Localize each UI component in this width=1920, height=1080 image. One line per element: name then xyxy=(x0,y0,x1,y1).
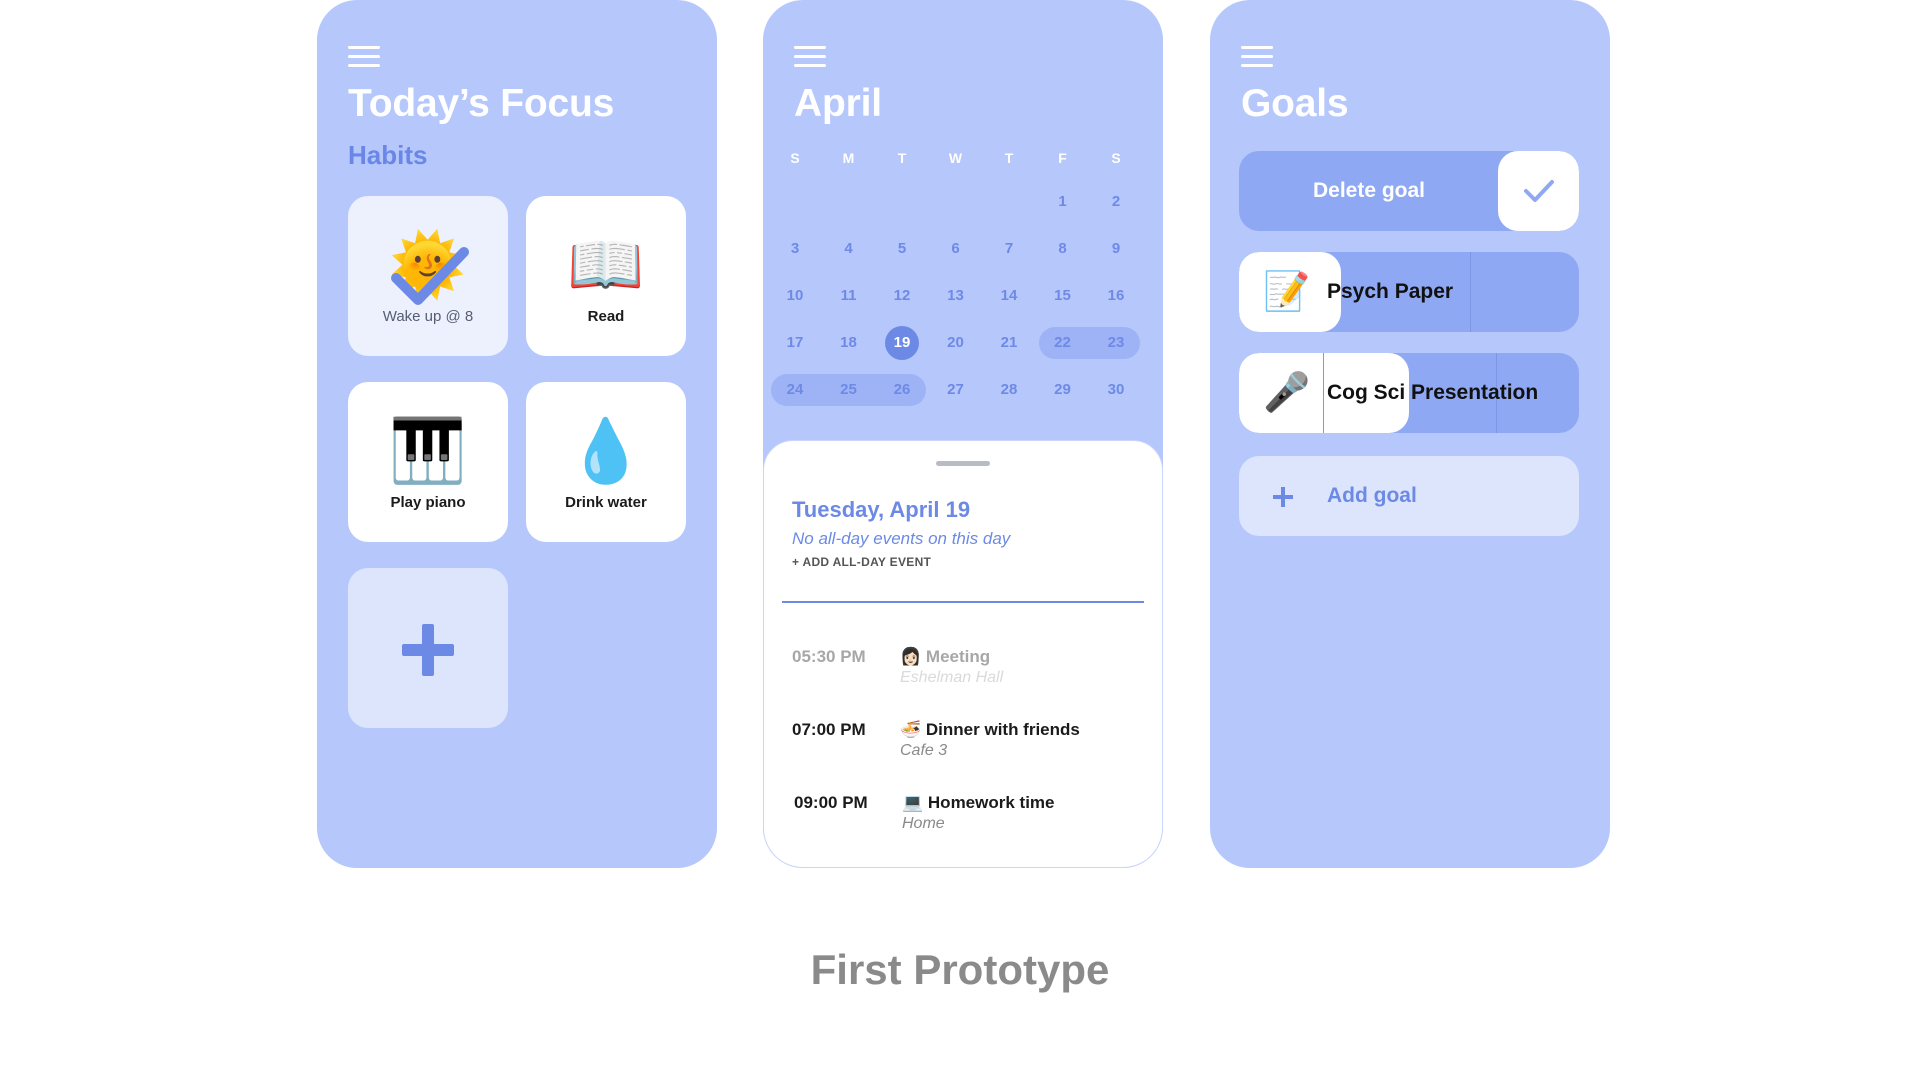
calendar-day[interactable]: 4 xyxy=(829,232,869,266)
calendar-day[interactable]: 3 xyxy=(775,232,815,266)
weekday-label: M xyxy=(842,150,855,166)
calendar-day[interactable]: 14 xyxy=(989,279,1029,313)
divider xyxy=(782,601,1144,603)
habit-card-play-piano[interactable]: 🎹 Play piano xyxy=(348,382,508,542)
calendar-day[interactable]: 28 xyxy=(989,373,1029,407)
checkmark-icon xyxy=(391,247,469,305)
no-events-note: No all-day events on this day xyxy=(792,529,1011,548)
calendar-day[interactable]: 30 xyxy=(1096,373,1136,407)
goal-label: Cog Sci Presentation xyxy=(1327,381,1539,404)
focus-screen: Today’s Focus Habits 🌞 Wake up @ 8 📖 Rea… xyxy=(317,0,717,868)
weekday-label: S xyxy=(790,150,800,166)
goal-item-psych-paper[interactable]: 📝 Psych Paper xyxy=(1239,252,1579,332)
calendar-day[interactable]: 15 xyxy=(1043,279,1083,313)
calendar-day[interactable]: 7 xyxy=(989,232,1029,266)
calendar-day[interactable]: 26 xyxy=(882,373,922,407)
checkmark-icon xyxy=(1524,180,1554,202)
habit-card-wake-up[interactable]: 🌞 Wake up @ 8 xyxy=(348,196,508,356)
habit-card-drink-water[interactable]: 💧 Drink water xyxy=(526,382,686,542)
event-location: Home xyxy=(902,815,945,832)
microphone-icon: 🎤 xyxy=(1263,372,1311,414)
calendar-day[interactable]: 8 xyxy=(1043,232,1083,266)
plus-icon xyxy=(402,624,454,676)
event-location: Cafe 3 xyxy=(900,742,948,759)
menu-icon[interactable] xyxy=(794,46,826,68)
calendar-day[interactable]: 16 xyxy=(1096,279,1136,313)
book-icon: 📖 xyxy=(567,231,645,300)
segment-divider xyxy=(1470,252,1471,332)
calendar-day[interactable]: 13 xyxy=(936,279,976,313)
event-location: Eshelman Hall xyxy=(900,669,1004,686)
laptop-icon: 💻 xyxy=(902,793,924,812)
add-habit-button[interactable] xyxy=(348,568,508,728)
weekday-label: T xyxy=(897,150,907,166)
habit-label: Play piano xyxy=(390,494,466,511)
event-time: 05:30 PM xyxy=(792,647,866,666)
event-title: 🍜 Dinner with friends xyxy=(900,720,1080,739)
habit-label: Wake up @ 8 xyxy=(382,308,474,325)
prototype-board: Today’s Focus Habits 🌞 Wake up @ 8 📖 Rea… xyxy=(0,0,1920,1080)
caption: First Prototype xyxy=(810,946,1110,993)
calendar-day[interactable]: 10 xyxy=(775,279,815,313)
calendar-day[interactable]: 24 xyxy=(775,373,815,407)
goals-screen: Goals Delete goal 📝 Psych Paper 🎤 Cog Sc… xyxy=(1210,0,1610,868)
plus-icon xyxy=(1273,487,1293,507)
add-all-day-event-link[interactable]: + ADD ALL-DAY EVENT xyxy=(792,555,931,569)
habit-label: Read xyxy=(587,308,625,325)
calendar-day[interactable]: 25 xyxy=(829,373,869,407)
calendar-day[interactable]: 20 xyxy=(936,326,976,360)
person-icon: 👩🏻 xyxy=(900,647,922,666)
calendar-day[interactable]: 9 xyxy=(1096,232,1136,266)
weekday-label: S xyxy=(1111,150,1121,166)
weekday-label: W xyxy=(948,150,963,166)
add-goal-button[interactable]: Add goal xyxy=(1239,456,1579,536)
calendar-day[interactable]: 22 xyxy=(1043,326,1083,360)
page-title: Goals xyxy=(1241,82,1349,125)
delete-goal-button[interactable]: Delete goal xyxy=(1239,151,1499,231)
event-title: 💻 Homework time xyxy=(902,793,1055,812)
goal-label: Psych Paper xyxy=(1327,280,1454,303)
habit-label: Drink water xyxy=(565,494,647,511)
sheet-grabber[interactable] xyxy=(936,461,990,466)
goal-item-cog-sci-presentation[interactable]: 🎤 Cog Sci Presentation xyxy=(1239,353,1579,433)
weekday-label: T xyxy=(1004,150,1014,166)
goal-swipe-delete[interactable]: Delete goal xyxy=(1239,151,1579,231)
event-time: 09:00 PM xyxy=(794,793,868,812)
menu-icon[interactable] xyxy=(348,46,380,68)
day-detail-sheet: Tuesday, April 19 No all-day events on t… xyxy=(763,440,1163,868)
memo-icon: 📝 xyxy=(1263,271,1311,313)
calendar-day[interactable]: 29 xyxy=(1043,373,1083,407)
calendar-day[interactable]: 19 xyxy=(882,326,922,360)
calendar-day[interactable]: 21 xyxy=(989,326,1029,360)
month-title: April xyxy=(794,82,882,125)
calendar-day[interactable]: 11 xyxy=(829,279,869,313)
calendar-day[interactable]: 17 xyxy=(775,326,815,360)
calendar-day[interactable]: 6 xyxy=(936,232,976,266)
calendar-day[interactable]: 5 xyxy=(882,232,922,266)
calendar-day[interactable]: 27 xyxy=(936,373,976,407)
event-title: 👩🏻 Meeting xyxy=(900,647,991,666)
noodle-bowl-icon: 🍜 xyxy=(900,720,922,739)
calendar-day[interactable]: 18 xyxy=(829,326,869,360)
page-title: Today’s Focus xyxy=(348,82,615,125)
calendar-day[interactable]: 2 xyxy=(1096,185,1136,219)
calendar-day[interactable]: 23 xyxy=(1096,326,1136,360)
calendar-day[interactable]: 1 xyxy=(1043,185,1083,219)
habit-card-read[interactable]: 📖 Read xyxy=(526,196,686,356)
event-time: 07:00 PM xyxy=(792,720,866,739)
piano-icon: 🎹 xyxy=(389,417,467,486)
calendar-screen: April S M T W T F S 1 2 3 4 5 6 7 8 9 10 11 12 13 14 15 16 17 18… xyxy=(763,0,1163,868)
calendar-day[interactable]: 12 xyxy=(882,279,922,313)
add-goal-label: Add goal xyxy=(1327,484,1417,507)
section-subtitle: Habits xyxy=(348,140,428,170)
weekday-label: F xyxy=(1058,150,1067,166)
segment-divider xyxy=(1323,353,1324,433)
menu-icon[interactable] xyxy=(1241,46,1273,68)
confirm-button[interactable] xyxy=(1498,151,1579,231)
selected-date: Tuesday, April 19 xyxy=(792,497,971,522)
water-drop-icon: 💧 xyxy=(567,417,645,486)
